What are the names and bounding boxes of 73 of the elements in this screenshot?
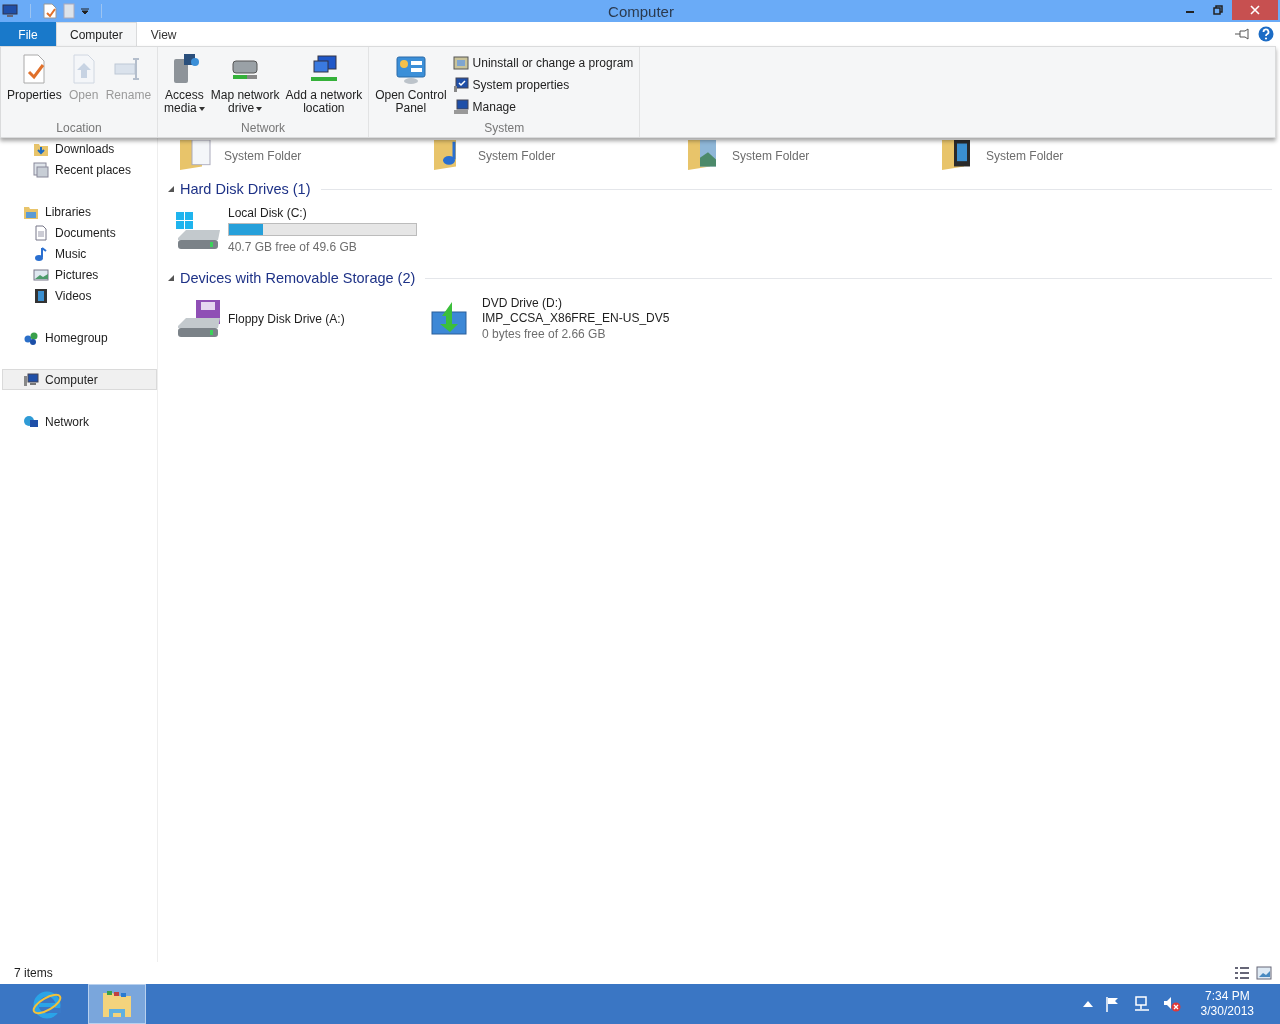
properties-icon[interactable] (43, 3, 57, 19)
item-type: System Folder (986, 148, 1064, 164)
uninstall-icon (452, 55, 469, 71)
window-title: Computer (608, 2, 674, 20)
drive-item[interactable]: DVD Drive (D:) IMP_CCSA_X86FRE_EN-US_DV5 0 bytes free of 2.66 GB (428, 295, 682, 343)
pin-icon[interactable] (1234, 28, 1252, 40)
ribbon-button[interactable]: Map network drive (208, 51, 282, 121)
controlpanel-icon (394, 53, 427, 85)
volume-label: IMP_CCSA_X86FRE_EN-US_DV5 (482, 311, 670, 326)
pictures-icon (33, 266, 49, 283)
ribbon-button[interactable]: Properties (5, 51, 64, 121)
caret-icon (256, 106, 263, 111)
close-button[interactable] (1232, 0, 1278, 20)
nav-item[interactable]: Music (2, 243, 157, 264)
group-heading[interactable]: Hard Disk Drives (1) (180, 181, 311, 197)
group-label: Network (241, 121, 286, 137)
group-heading[interactable]: Devices with Removable Storage (2) (180, 270, 416, 286)
ribbon-small-button[interactable]: System properties (450, 76, 636, 94)
network-icon[interactable] (1132, 996, 1151, 1012)
document-icon (33, 224, 49, 241)
nav-item[interactable]: Downloads (2, 138, 157, 159)
computer-icon (23, 371, 39, 388)
help-icon[interactable] (1258, 26, 1274, 42)
ribbon-button[interactable]: Add a network location (283, 51, 365, 121)
drive-name: Local Disk (C:) (228, 206, 308, 221)
network-icon (23, 413, 39, 430)
ribbon-tab[interactable]: File (0, 22, 56, 46)
nav-item[interactable]: Computer (2, 369, 157, 390)
item-type: System Folder (224, 148, 302, 164)
ribbon-small-button[interactable]: Uninstall or change a program (450, 54, 636, 72)
collapse-icon[interactable] (168, 186, 174, 192)
recent-icon (33, 161, 49, 178)
close-icon (1250, 5, 1260, 15)
nav-item[interactable]: Network (2, 411, 157, 432)
drive-name: Floppy Disk Drive (A:) (228, 311, 345, 327)
drive-item[interactable]: Local Disk (C:) 40.7 GB free of 49.6 GB (174, 206, 428, 255)
item-type: System Folder (732, 148, 810, 164)
group-label: System (484, 121, 525, 137)
large-icons-view-icon[interactable] (1256, 966, 1272, 980)
caret-icon[interactable] (81, 7, 89, 15)
videos-icon (33, 287, 49, 304)
document-folder-icon (178, 140, 212, 170)
details-view-icon[interactable] (1234, 966, 1250, 980)
ribbon-small-button[interactable]: Manage (450, 98, 636, 116)
nav-item[interactable]: Recent places (2, 159, 157, 180)
nav-item[interactable]: Documents (2, 222, 157, 243)
nav-item[interactable]: Libraries (2, 201, 157, 222)
free-space: 40.7 GB free of 49.6 GB (228, 239, 358, 255)
restore-icon (1213, 5, 1223, 15)
flag-icon[interactable] (1104, 996, 1121, 1012)
folder-icon (101, 989, 133, 1019)
muted-speaker-icon[interactable] (1162, 996, 1181, 1012)
music-icon (33, 245, 49, 262)
clock[interactable]: 7:34 PM 3/30/2013 (1200, 989, 1254, 1019)
computer-icon[interactable] (2, 4, 18, 18)
drive-item[interactable]: Floppy Disk Drive (A:) (174, 295, 428, 343)
manage-icon (452, 99, 469, 115)
ribbon-button[interactable]: Access media (162, 51, 207, 121)
ribbon-tab[interactable]: Computer (56, 22, 137, 46)
show-hidden-icons-icon[interactable] (1082, 1000, 1093, 1008)
sysprops-icon (452, 77, 469, 93)
ribbon-button[interactable]: Open Control Panel (373, 51, 449, 121)
caret-icon (198, 106, 205, 111)
nav-item[interactable]: Homegroup (2, 327, 157, 348)
nav-item[interactable]: Videos (2, 285, 157, 306)
nav-item[interactable]: Pictures (2, 264, 157, 285)
item-count: 7 items (14, 966, 53, 980)
drive-name: DVD Drive (D:) (482, 296, 563, 311)
free-space: 0 bytes free of 2.66 GB (482, 326, 607, 342)
group-label: Location (56, 121, 102, 137)
item-type: System Folder (478, 148, 556, 164)
taskbar-button[interactable] (88, 984, 146, 1024)
collapse-icon[interactable] (168, 275, 174, 281)
